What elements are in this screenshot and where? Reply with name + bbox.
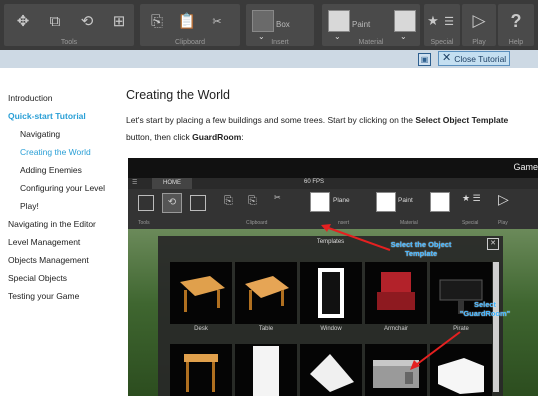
- material-swatch-2[interactable]: [394, 10, 416, 32]
- tutorial-nav: Introduction Quick-start Tutorial Naviga…: [8, 92, 105, 308]
- select-icon[interactable]: ⊞: [106, 8, 132, 34]
- scale-icon[interactable]: ⧉: [42, 8, 68, 34]
- para-text-1: Let's start by placing a few buildings a…: [126, 115, 416, 125]
- help-group: ? Help: [498, 4, 534, 46]
- nav-item-configuring-level[interactable]: Configuring your Level: [8, 182, 105, 200]
- nav-item-objects-management[interactable]: Objects Management: [8, 254, 105, 272]
- para-bold-1: Select Object Template: [415, 115, 509, 125]
- tutorial-screenshot: Game ☰ HOME 60 FPS ⟲ ⎘ ⎘ ✂ Plane Paint ★…: [128, 158, 538, 396]
- nav-item-quick-start[interactable]: Quick-start Tutorial: [8, 110, 105, 128]
- nav-item-testing-game[interactable]: Testing your Game: [8, 290, 105, 308]
- page-title: Creating the World: [126, 88, 230, 102]
- nav-item-introduction[interactable]: Introduction: [8, 92, 105, 110]
- arrow-1: [322, 225, 391, 251]
- close-tutorial-label: Close Tutorial: [454, 53, 507, 64]
- cut-icon[interactable]: ✂: [204, 8, 230, 34]
- annotation-select-template: Select the Object Template: [390, 240, 452, 258]
- nav-item-play[interactable]: Play!: [8, 200, 105, 218]
- tutorial-banner: ▣ ✕ Close Tutorial: [0, 50, 538, 68]
- play-group: ▷ Play: [462, 4, 496, 46]
- close-icon: ✕: [442, 52, 452, 64]
- arrow-2: [411, 331, 461, 369]
- material-swatch[interactable]: [328, 10, 350, 32]
- arrow-2-head: [410, 360, 420, 370]
- tutorial-toggle-icon[interactable]: ▣: [418, 53, 431, 66]
- tools-group-label: Tools: [60, 39, 78, 46]
- play-icon[interactable]: ▷: [466, 8, 492, 34]
- para-bold-2: GuardRoom: [192, 132, 242, 142]
- clipboard-group: ⎘ 📋 ✂ Clipboard: [140, 4, 240, 46]
- para-text-2: button, then click: [126, 132, 193, 142]
- nav-item-navigating[interactable]: Navigating: [8, 128, 105, 146]
- paint-label: Paint: [352, 20, 371, 29]
- play-group-label: Play: [472, 39, 486, 46]
- nav-item-level-management[interactable]: Level Management: [8, 236, 105, 254]
- nav-item-creating-world[interactable]: Creating the World: [8, 146, 105, 164]
- para-text-3: :: [241, 132, 244, 142]
- star-icon[interactable]: ★: [425, 8, 441, 34]
- clipboard-group-label: Clipboard: [175, 39, 205, 46]
- special-group: ★ ☰ Special: [424, 4, 460, 46]
- copy-icon[interactable]: ⎘: [144, 8, 170, 34]
- box-shape-icon[interactable]: [252, 10, 274, 32]
- material-group-label: Material: [358, 39, 384, 46]
- tutorial-paragraph: Let's start by placing a few buildings a…: [126, 112, 536, 146]
- rotate-icon[interactable]: ⟲: [74, 8, 100, 34]
- help-icon[interactable]: ?: [503, 8, 529, 34]
- nav-item-navigating-editor[interactable]: Navigating in the Editor: [8, 218, 105, 236]
- material-group: Paint ⌄ ⌄ Material: [322, 4, 420, 46]
- special-group-label: Special: [430, 39, 454, 46]
- annotation-select-guardroom: Select "GuardRoom": [459, 300, 511, 318]
- box-label: Box: [276, 20, 290, 29]
- help-group-label: Help: [508, 39, 524, 46]
- paste-icon[interactable]: 📋: [174, 8, 200, 34]
- editor-toolbar: ✥ ⧉ ⟲ ⊞ Tools ⎘ 📋 ✂ Clipboard Box ⌄ Inse…: [0, 0, 538, 50]
- nav-item-adding-enemies[interactable]: Adding Enemies: [8, 164, 105, 182]
- close-tutorial-button[interactable]: ✕ Close Tutorial: [438, 51, 510, 66]
- nav-item-special-objects[interactable]: Special Objects: [8, 272, 105, 290]
- insert-group-label: Insert: [271, 39, 289, 46]
- list-icon[interactable]: ☰: [441, 8, 457, 34]
- move-icon[interactable]: ✥: [10, 8, 36, 34]
- tools-group: ✥ ⧉ ⟲ ⊞ Tools: [4, 4, 134, 46]
- annotation-arrows: [321, 224, 461, 370]
- insert-group: Box ⌄ Insert: [246, 4, 314, 46]
